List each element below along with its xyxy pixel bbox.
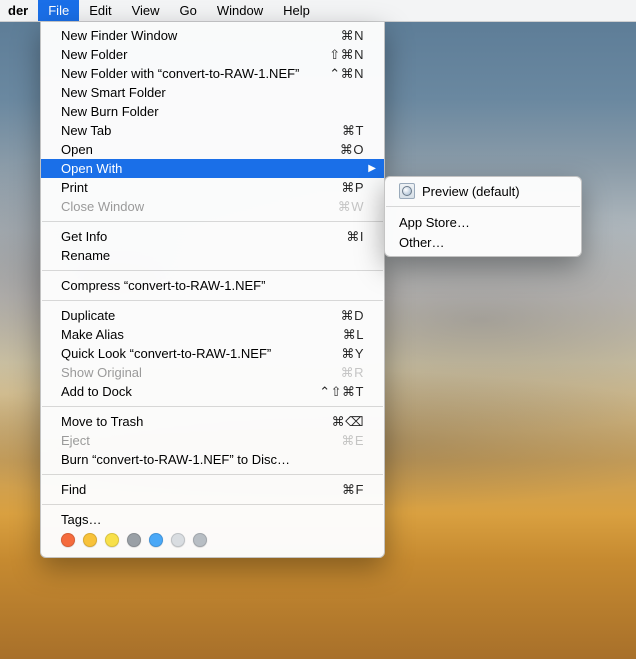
menu-item-shortcut: ⌘N bbox=[331, 28, 364, 44]
submenu-item[interactable]: Other… bbox=[385, 232, 581, 252]
menu-item-label: Quick Look “convert-to-RAW-1.NEF” bbox=[61, 346, 331, 361]
menu-item-shortcut: ⌘E bbox=[331, 433, 364, 449]
menu-item[interactable]: New Folder with “convert-to-RAW-1.NEF”⌃⌘… bbox=[41, 64, 384, 83]
menu-separator bbox=[42, 270, 383, 271]
menu-item: Eject⌘E bbox=[41, 431, 384, 450]
menu-item[interactable]: Get Info⌘I bbox=[41, 227, 384, 246]
menu-item: Close Window⌘W bbox=[41, 197, 384, 216]
tag-color-dot[interactable] bbox=[127, 533, 141, 547]
menu-item-label: New Folder with “convert-to-RAW-1.NEF” bbox=[61, 66, 319, 81]
menubar: der File Edit View Go Window Help bbox=[0, 0, 636, 22]
menu-item[interactable]: Rename bbox=[41, 246, 384, 265]
tag-color-dot[interactable] bbox=[83, 533, 97, 547]
menu-item[interactable]: Tags… bbox=[41, 510, 384, 529]
menu-separator bbox=[42, 474, 383, 475]
menu-item-label: Duplicate bbox=[61, 308, 331, 323]
tag-color-dot[interactable] bbox=[171, 533, 185, 547]
menu-item[interactable]: Print⌘P bbox=[41, 178, 384, 197]
menubar-item-file[interactable]: File bbox=[38, 0, 79, 21]
menu-item-label: Print bbox=[61, 180, 331, 195]
menu-item-shortcut: ⌘W bbox=[328, 199, 364, 215]
menubar-item-edit[interactable]: Edit bbox=[79, 0, 121, 21]
menu-item[interactable]: Find⌘F bbox=[41, 480, 384, 499]
menu-item-label: New Folder bbox=[61, 47, 319, 62]
menu-item-shortcut: ⌘T bbox=[332, 123, 364, 139]
menu-item-shortcut: ⌘I bbox=[336, 229, 364, 245]
menu-item-shortcut: ⌃⌘N bbox=[319, 66, 364, 82]
menu-item[interactable]: Make Alias⌘L bbox=[41, 325, 384, 344]
menu-item-label: Find bbox=[61, 482, 332, 497]
menu-item[interactable]: Duplicate⌘D bbox=[41, 306, 384, 325]
menu-item: Show Original⌘R bbox=[41, 363, 384, 382]
menu-item[interactable]: New Folder⇧⌘N bbox=[41, 45, 384, 64]
menu-separator bbox=[42, 221, 383, 222]
menu-separator bbox=[386, 206, 580, 207]
menu-item-shortcut: ⌘Y bbox=[331, 346, 364, 362]
menu-item-label: Make Alias bbox=[61, 327, 333, 342]
menu-item-label: Eject bbox=[61, 433, 331, 448]
tags-color-row bbox=[41, 529, 384, 553]
menu-item[interactable]: Move to Trash⌘⌫ bbox=[41, 412, 384, 431]
menu-item-label: New Burn Folder bbox=[61, 104, 364, 119]
menu-item-label: Tags… bbox=[61, 512, 364, 527]
menu-item-label: New Tab bbox=[61, 123, 332, 138]
submenu-item-label: Preview (default) bbox=[422, 184, 567, 199]
menubar-item-view[interactable]: View bbox=[122, 0, 170, 21]
menu-item-shortcut: ⌘R bbox=[331, 365, 364, 381]
open-with-submenu: Preview (default) App Store… Other… bbox=[384, 176, 582, 257]
menubar-app-name[interactable]: der bbox=[0, 0, 38, 21]
menubar-item-help[interactable]: Help bbox=[273, 0, 320, 21]
menu-item[interactable]: Compress “convert-to-RAW-1.NEF” bbox=[41, 276, 384, 295]
menu-item-label: Open bbox=[61, 142, 330, 157]
tag-color-dot[interactable] bbox=[149, 533, 163, 547]
menu-item[interactable]: Burn “convert-to-RAW-1.NEF” to Disc… bbox=[41, 450, 384, 469]
menu-item-shortcut: ⌘O bbox=[330, 142, 364, 158]
menu-item-label: Show Original bbox=[61, 365, 331, 380]
menu-item-label: New Smart Folder bbox=[61, 85, 364, 100]
menu-item[interactable]: Open⌘O bbox=[41, 140, 384, 159]
menu-separator bbox=[42, 300, 383, 301]
menubar-item-window[interactable]: Window bbox=[207, 0, 273, 21]
menu-item-shortcut: ⌘L bbox=[333, 327, 364, 343]
menu-item-shortcut: ⌘P bbox=[331, 180, 364, 196]
submenu-item[interactable]: Preview (default) bbox=[385, 181, 581, 201]
menu-item-label: Rename bbox=[61, 248, 364, 263]
menu-item[interactable]: Quick Look “convert-to-RAW-1.NEF”⌘Y bbox=[41, 344, 384, 363]
submenu-item-label: App Store… bbox=[399, 215, 567, 230]
tag-color-dot[interactable] bbox=[61, 533, 75, 547]
menu-item[interactable]: New Finder Window⌘N bbox=[41, 26, 384, 45]
submenu-item-label: Other… bbox=[399, 235, 567, 250]
menu-item-label: Compress “convert-to-RAW-1.NEF” bbox=[61, 278, 364, 293]
menu-item[interactable]: New Tab⌘T bbox=[41, 121, 384, 140]
menu-item[interactable]: New Smart Folder bbox=[41, 83, 384, 102]
menu-item-shortcut: ⇧⌘N bbox=[319, 47, 364, 63]
menu-item-shortcut: ⌘F bbox=[332, 482, 364, 498]
file-menu-dropdown: New Finder Window⌘NNew Folder⇧⌘NNew Fold… bbox=[40, 22, 385, 558]
tag-color-dot[interactable] bbox=[105, 533, 119, 547]
menu-item-label: Move to Trash bbox=[61, 414, 322, 429]
menu-separator bbox=[42, 504, 383, 505]
menu-item-label: New Finder Window bbox=[61, 28, 331, 43]
submenu-arrow-icon: ▶ bbox=[368, 163, 376, 174]
menu-item[interactable]: New Burn Folder bbox=[41, 102, 384, 121]
menu-item[interactable]: Add to Dock⌃⇧⌘T bbox=[41, 382, 384, 401]
menu-separator bbox=[42, 406, 383, 407]
menu-item-label: Burn “convert-to-RAW-1.NEF” to Disc… bbox=[61, 452, 364, 467]
menubar-item-go[interactable]: Go bbox=[170, 0, 207, 21]
menu-item-label: Get Info bbox=[61, 229, 336, 244]
submenu-item[interactable]: App Store… bbox=[385, 212, 581, 232]
menu-item-label: Open With bbox=[61, 161, 364, 176]
preview-app-icon bbox=[399, 183, 415, 199]
menu-item-shortcut: ⌘D bbox=[331, 308, 364, 324]
menu-item-shortcut: ⌘⌫ bbox=[322, 414, 364, 430]
tag-color-dot[interactable] bbox=[193, 533, 207, 547]
menu-item-label: Close Window bbox=[61, 199, 328, 214]
menu-item-label: Add to Dock bbox=[61, 384, 309, 399]
menu-item-shortcut: ⌃⇧⌘T bbox=[309, 384, 364, 400]
menu-item[interactable]: Open With ▶ bbox=[41, 159, 384, 178]
